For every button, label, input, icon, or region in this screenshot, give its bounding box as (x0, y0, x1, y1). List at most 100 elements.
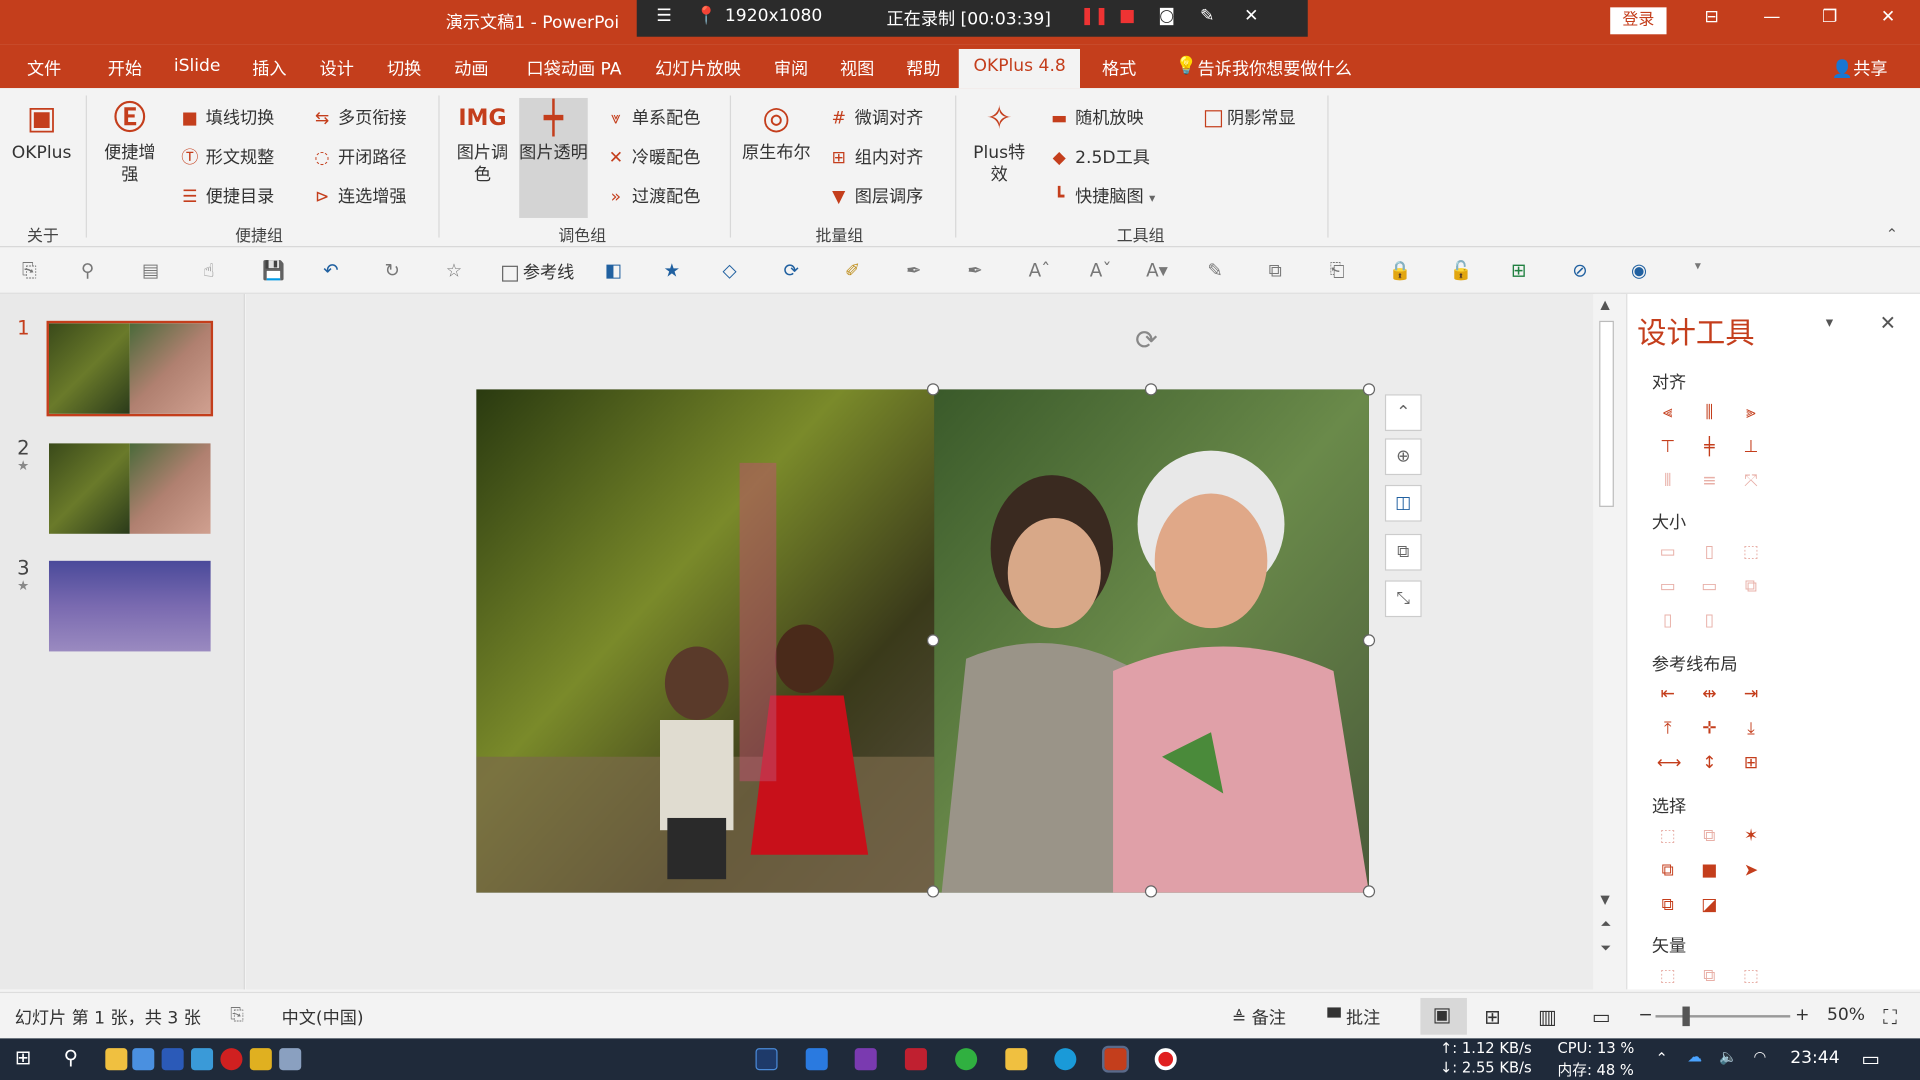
brush-icon[interactable]: ✐ (845, 260, 860, 282)
clock[interactable]: 23:44 (1790, 1048, 1839, 1068)
select-icon[interactable]: ⧉ (1657, 894, 1679, 916)
fit-window-icon[interactable]: ⛶ (1883, 1005, 1897, 1029)
size-icon[interactable]: ⧉ (1740, 576, 1762, 598)
distribute-icon[interactable]: ⤧ (1740, 470, 1762, 492)
warm-cool-color-button[interactable]: ✕ 冷暖配色 (605, 144, 701, 168)
align-center-icon[interactable]: ⫼ (1698, 402, 1720, 424)
hide-icon[interactable]: ⊘ (1572, 260, 1587, 282)
comments-button[interactable]: ▀ 批注 (1327, 1005, 1380, 1029)
undo-icon[interactable]: ↶ (323, 260, 338, 282)
open-close-path-button[interactable]: ◌ 开闭路径 (311, 144, 407, 168)
select-icon[interactable]: ⬚ (1657, 825, 1679, 847)
slide-thumbnail-1[interactable] (46, 320, 214, 417)
guide-center-icon[interactable]: ⇹ (1698, 683, 1720, 705)
picture-color-button[interactable]: IMG 图片调色 (453, 100, 512, 186)
eyedropper-icon[interactable]: ✒ (906, 260, 921, 282)
tab-okplus[interactable]: OKPlus 4.8 (958, 48, 1081, 89)
photoshop-icon[interactable] (755, 1048, 778, 1071)
tab-review[interactable]: 审阅 (774, 56, 808, 80)
align-right-icon[interactable]: ⫸ (1740, 402, 1762, 424)
guide-stretch-icon[interactable]: ⊞ (1740, 752, 1762, 774)
app-icon[interactable] (132, 1048, 155, 1071)
wifi-icon[interactable]: ◠ (1753, 1048, 1766, 1065)
notification-icon[interactable]: ▭ (1861, 1047, 1880, 1070)
edge-icon[interactable] (1054, 1048, 1077, 1071)
app-icon[interactable] (191, 1048, 214, 1071)
tab-view[interactable]: 视图 (840, 56, 874, 80)
resize-handle[interactable] (926, 885, 940, 898)
crop-icon[interactable]: ◫ (1384, 484, 1422, 522)
customize-icon[interactable]: ▾ (1695, 260, 1701, 273)
fine-align-button[interactable]: # 微调对齐 (828, 105, 924, 129)
distribute-h-icon[interactable]: ⦀ (1657, 470, 1679, 492)
folder-icon[interactable] (105, 1048, 128, 1071)
tool-icon[interactable]: ⚲ (81, 260, 94, 282)
app-icon[interactable] (279, 1048, 302, 1071)
resize-icon[interactable]: ⤡ (1384, 580, 1422, 618)
scroll-thumb[interactable] (1599, 320, 1614, 507)
same-size-icon[interactable]: ⬚ (1740, 541, 1762, 563)
tab-pocket-animation[interactable]: 口袋动画 PA (527, 56, 622, 80)
tab-help[interactable]: 帮助 (906, 56, 940, 80)
size-icon[interactable]: ▭ (1698, 576, 1720, 598)
multipage-link-button[interactable]: ⇆ 多页衔接 (311, 105, 407, 129)
maximize-icon[interactable]: ❐ (1822, 7, 1837, 27)
tab-insert[interactable]: 插入 (252, 56, 286, 80)
2-5d-tool-button[interactable]: ◆ 2.5D工具 (1048, 144, 1150, 168)
tab-home[interactable]: 开始 (108, 56, 142, 80)
font-size-down-icon[interactable]: Aˇ (1090, 260, 1112, 282)
minimize-icon[interactable]: — (1763, 7, 1780, 27)
pane-close-icon[interactable]: ✕ (1880, 311, 1896, 334)
guide-top-icon[interactable]: ⤒ (1657, 718, 1679, 740)
resize-handle[interactable] (926, 383, 940, 396)
close-recorder-icon[interactable]: ✕ (1244, 6, 1258, 26)
app-icon[interactable] (805, 1048, 828, 1071)
resize-handle[interactable] (1144, 383, 1158, 396)
onenote-icon[interactable] (854, 1048, 877, 1071)
camera-icon[interactable]: ◙ (1158, 6, 1175, 26)
selected-picture[interactable] (476, 389, 1369, 893)
select-icon[interactable]: ⧉ (1657, 860, 1679, 882)
shape-icon[interactable]: ◇ (722, 260, 736, 282)
select-icon[interactable]: ◪ (1698, 894, 1720, 916)
slideshow-icon[interactable]: ▭ (1592, 1005, 1611, 1028)
resize-handle[interactable] (1362, 634, 1376, 647)
gradient-color-button[interactable]: » 过渡配色 (605, 184, 701, 208)
zoom-out-icon[interactable]: − (1638, 1005, 1652, 1025)
tab-design[interactable]: 设计 (320, 56, 354, 80)
random-play-button[interactable]: ▬ 随机放映 (1048, 105, 1144, 129)
pen-icon[interactable]: ✎ (1200, 6, 1214, 26)
tab-slideshow[interactable]: 幻灯片放映 (655, 56, 741, 80)
font-color-icon[interactable]: A▾ (1146, 260, 1168, 282)
quick-mindmap-button[interactable]: ┗ 快捷脑图 ▾ (1048, 184, 1155, 208)
guide-right-icon[interactable]: ⇥ (1740, 683, 1762, 705)
vector-icon[interactable]: ⧉ (1698, 965, 1720, 987)
single-color-button[interactable]: ⩔ 单系配色 (605, 105, 700, 129)
layout-icon[interactable]: ◧ (605, 260, 622, 282)
chevron-down-icon[interactable]: ▾ (1149, 192, 1155, 205)
stop-icon[interactable]: ■ (1119, 6, 1135, 26)
group-align-button[interactable]: ⊞ 组内对齐 (828, 144, 924, 168)
close-icon[interactable]: ✕ (1881, 7, 1895, 27)
shape-text-normalize-button[interactable]: Ⓣ 形文规整 (179, 144, 274, 168)
collapse-icon[interactable]: ⌃ (1384, 394, 1422, 432)
prev-slide-icon[interactable]: ⏶ (1600, 916, 1611, 933)
star-shape-icon[interactable]: ★ (664, 260, 680, 282)
fill-line-switch-button[interactable]: ■ 填线切换 (179, 105, 275, 129)
guide-stretch-v-icon[interactable]: ↕ (1698, 752, 1720, 774)
size-icon[interactable]: ▭ (1657, 576, 1679, 598)
touch-icon[interactable]: ☝ (203, 260, 214, 282)
pane-options-icon[interactable]: ▾ (1826, 313, 1833, 330)
reading-view-icon[interactable]: ▥ (1538, 1005, 1557, 1028)
word-icon[interactable] (161, 1048, 184, 1071)
quick-toc-button[interactable]: ☰ 便捷目录 (179, 184, 274, 208)
native-boolean-button[interactable]: ◎ 原生布尔 (742, 100, 811, 164)
rotate-handle-icon[interactable]: ⟳ (1135, 326, 1158, 357)
align-bottom-icon[interactable]: ⊥ (1740, 436, 1762, 458)
app-icon[interactable] (904, 1048, 927, 1071)
slide-sorter-icon[interactable]: ⊞ (1484, 1005, 1500, 1028)
ribbon-display-icon[interactable]: ⊟ (1704, 7, 1718, 27)
pin-icon[interactable]: 📍 (696, 6, 717, 26)
resize-handle[interactable] (1362, 383, 1376, 396)
tab-transitions[interactable]: 切换 (387, 56, 421, 80)
